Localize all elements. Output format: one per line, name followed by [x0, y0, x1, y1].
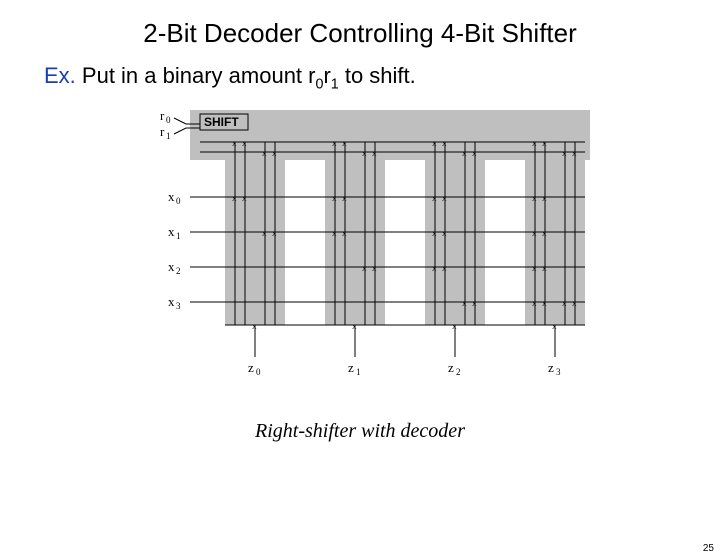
svg-text:x: x [442, 193, 447, 203]
svg-text:3: 3 [556, 367, 561, 377]
svg-text:z: z [548, 360, 554, 375]
circuit-diagram: SHIFT r0 r1 x0 x1 x2 x3 xx xx xx xx x z0… [130, 102, 590, 402]
svg-text:x: x [532, 138, 537, 148]
svg-text:x: x [332, 193, 337, 203]
svg-text:x: x [168, 189, 175, 204]
svg-text:x: x [552, 321, 557, 331]
svg-text:x: x [542, 138, 547, 148]
svg-text:2: 2 [456, 367, 461, 377]
example-prefix: Ex. [44, 63, 76, 88]
svg-text:x: x [462, 148, 467, 158]
example-mid: r [323, 63, 330, 88]
svg-text:x: x [462, 298, 467, 308]
svg-text:x: x [272, 228, 277, 238]
svg-text:x: x [372, 263, 377, 273]
svg-text:x: x [262, 228, 267, 238]
svg-text:x: x [242, 193, 247, 203]
svg-text:x: x [562, 148, 567, 158]
svg-text:x: x [532, 228, 537, 238]
svg-text:x: x [532, 193, 537, 203]
svg-text:x: x [432, 263, 437, 273]
svg-text:x: x [342, 228, 347, 238]
svg-text:x: x [168, 294, 175, 309]
svg-text:x: x [362, 263, 367, 273]
example-text-2: to shift. [339, 63, 416, 88]
svg-text:x: x [442, 263, 447, 273]
page-number: 25 [703, 543, 714, 554]
svg-text:x: x [572, 298, 577, 308]
shift-label: SHIFT [204, 115, 239, 129]
svg-text:0: 0 [256, 367, 261, 377]
svg-text:x: x [232, 193, 237, 203]
svg-text:1: 1 [356, 367, 361, 377]
svg-text:1: 1 [176, 231, 181, 241]
svg-text:x: x [252, 321, 257, 331]
svg-text:x: x [332, 138, 337, 148]
svg-text:x: x [232, 138, 237, 148]
svg-text:0: 0 [176, 196, 181, 206]
svg-text:x: x [362, 148, 367, 158]
svg-text:x: x [542, 298, 547, 308]
svg-text:r: r [160, 108, 165, 123]
slide-title: 2-Bit Decoder Controlling 4-Bit Shifter [0, 18, 720, 49]
svg-text:r: r [160, 124, 165, 139]
svg-text:x: x [472, 298, 477, 308]
figure-caption: Right-shifter with decoder [0, 420, 720, 443]
svg-text:x: x [542, 263, 547, 273]
svg-text:x: x [372, 148, 377, 158]
svg-text:x: x [432, 193, 437, 203]
svg-text:x: x [442, 138, 447, 148]
svg-text:z: z [248, 360, 254, 375]
svg-text:x: x [242, 138, 247, 148]
svg-text:x: x [542, 193, 547, 203]
svg-text:x: x [442, 228, 447, 238]
svg-text:x: x [168, 224, 175, 239]
svg-text:z: z [448, 360, 454, 375]
svg-text:3: 3 [176, 301, 181, 311]
svg-text:x: x [342, 138, 347, 148]
svg-text:x: x [472, 148, 477, 158]
svg-text:x: x [342, 193, 347, 203]
svg-text:x: x [432, 228, 437, 238]
svg-text:x: x [352, 321, 357, 331]
example-sub1: 1 [331, 76, 339, 92]
svg-text:x: x [332, 228, 337, 238]
example-line: Ex. Put in a binary amount r0r1 to shift… [44, 63, 720, 92]
svg-text:0: 0 [166, 115, 171, 125]
svg-text:x: x [542, 228, 547, 238]
svg-text:x: x [168, 259, 175, 274]
svg-text:z: z [348, 360, 354, 375]
svg-text:1: 1 [166, 131, 171, 141]
svg-text:x: x [572, 148, 577, 158]
svg-text:x: x [262, 148, 267, 158]
example-text-1: Put in a binary amount r [76, 63, 316, 88]
svg-text:x: x [432, 138, 437, 148]
svg-text:x: x [532, 298, 537, 308]
svg-text:x: x [562, 298, 567, 308]
svg-text:2: 2 [176, 266, 181, 276]
svg-text:x: x [532, 263, 537, 273]
svg-text:x: x [272, 148, 277, 158]
svg-text:x: x [452, 321, 457, 331]
